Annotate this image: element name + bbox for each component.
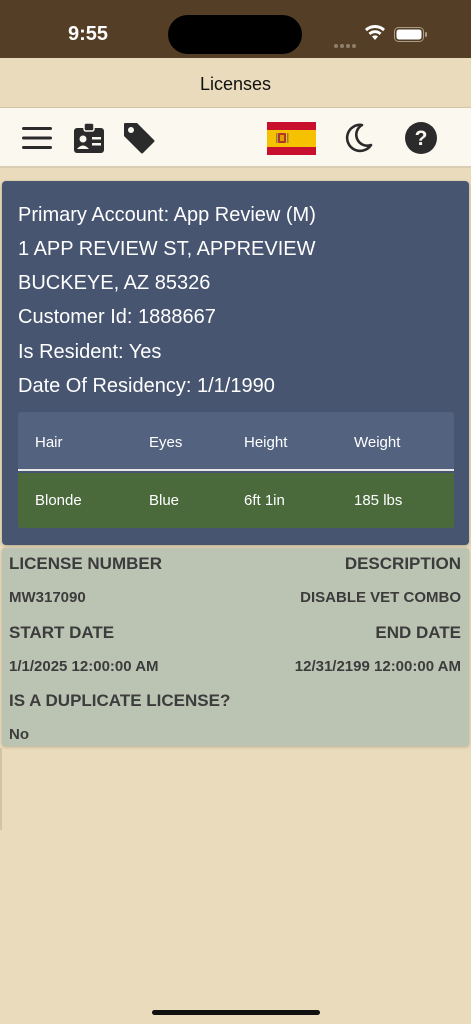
license-card[interactable]: LICENSE NUMBER DESCRIPTION MW317090 DISA… (2, 548, 469, 746)
physical-attributes-table: Hair Eyes Height Weight Blonde Blue 6ft … (18, 412, 454, 528)
wifi-icon (365, 25, 385, 40)
duplicate-value: No (9, 726, 29, 743)
account-panel: Primary Account: App Review (M) 1 APP RE… (2, 181, 469, 545)
end-date: 12/31/2199 12:00:00 AM (294, 658, 461, 675)
residency-date: Date Of Residency: 1/1/1990 (18, 375, 275, 397)
toolbar: ? (0, 108, 471, 168)
dynamic-island (168, 15, 302, 54)
help-icon: ? (405, 122, 437, 154)
resident-status: Is Resident: Yes (18, 341, 162, 363)
header-height: Height (244, 434, 288, 451)
tag-icon (124, 123, 155, 154)
status-bar: 9:55 (0, 0, 471, 58)
hair-value: Blonde (35, 492, 82, 509)
moon-icon (345, 123, 373, 153)
start-date: 1/1/2025 12:00:00 AM (9, 658, 159, 675)
page-title: Licenses (199, 74, 272, 94)
weight-value: 185 lbs (354, 492, 403, 509)
scroll-edge (0, 748, 2, 830)
table-row: Blonde Blue 6ft 1in 185 lbs (18, 473, 454, 528)
dark-mode-button[interactable] (340, 108, 376, 168)
cellular-signal-icon (334, 35, 358, 53)
svg-text:?: ? (415, 127, 428, 150)
menu-icon (22, 127, 52, 149)
nav-bar: Licenses (0, 58, 471, 108)
home-indicator[interactable] (152, 1010, 320, 1015)
primary-account: Primary Account: App Review (M) (18, 204, 316, 226)
header-eyes: Eyes (149, 434, 183, 451)
start-date-label: START DATE (9, 623, 115, 642)
license-number-label: LICENSE NUMBER (9, 554, 163, 573)
spain-flag-icon (266, 121, 316, 155)
license-number: MW317090 (9, 589, 86, 606)
language-button[interactable] (266, 108, 316, 168)
battery-icon (394, 27, 427, 42)
table-header: Hair Eyes Height Weight (18, 412, 454, 471)
end-date-label: END DATE (375, 623, 461, 642)
address-line-1: 1 APP REVIEW ST, APPREVIEW (18, 238, 316, 260)
help-button[interactable]: ? (403, 108, 439, 168)
description-label: DESCRIPTION (344, 554, 461, 573)
duplicate-label: IS A DUPLICATE LICENSE? (9, 691, 231, 710)
customer-id: Customer Id: 1888667 (18, 306, 216, 328)
address-line-2: BUCKEYE, AZ 85326 (18, 272, 211, 294)
license-description: DISABLE VET COMBO (300, 589, 461, 606)
status-time: 9:55 (68, 23, 109, 45)
id-badge-icon (74, 122, 104, 153)
height-value: 6ft 1in (244, 492, 285, 509)
menu-button[interactable] (18, 108, 56, 168)
id-card-button[interactable] (70, 108, 108, 168)
tag-button[interactable] (120, 108, 158, 168)
eyes-value: Blue (149, 492, 180, 509)
header-weight: Weight (354, 434, 401, 451)
header-hair: Hair (35, 434, 63, 451)
